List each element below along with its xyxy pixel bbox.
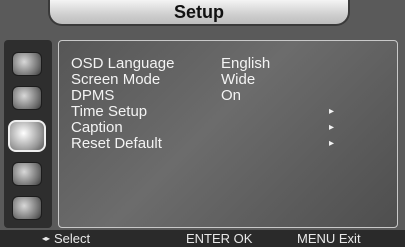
menu-item-osd-language[interactable]: OSD Language English xyxy=(71,55,391,72)
menu-item-label: Caption xyxy=(71,119,123,136)
menu-item-caption[interactable]: Caption ▸ xyxy=(71,119,391,136)
osd-menu: Setup OSD Language English Screen Mode W… xyxy=(0,0,405,247)
submenu-arrow-icon: ▸ xyxy=(329,106,335,117)
menu-exit-hint: MENU Exit xyxy=(297,231,361,246)
picture-icon[interactable] xyxy=(12,52,42,76)
channel-icon[interactable] xyxy=(12,196,42,220)
menu-item-label: Time Setup xyxy=(71,103,148,120)
menu-panel: OSD Language English Screen Mode Wide DP… xyxy=(58,40,398,228)
menu-item-dpms[interactable]: DPMS On xyxy=(71,87,391,104)
menu-item-screen-mode[interactable]: Screen Mode Wide xyxy=(71,71,391,88)
page-title: Setup xyxy=(173,2,224,22)
menu-item-label: Screen Mode xyxy=(71,71,161,88)
menu-item-label: DPMS xyxy=(71,87,115,104)
menu-item-label: Reset Default xyxy=(71,135,162,152)
submenu-arrow-icon: ▸ xyxy=(329,138,335,149)
menu-item-label: OSD Language xyxy=(71,55,175,72)
footer-hints: ◂▸ Select ENTER OK MENU Exit xyxy=(0,230,405,247)
menu-item-value: Wide xyxy=(221,71,256,88)
menu-item-time-setup[interactable]: Time Setup ▸ xyxy=(71,103,391,120)
lock-icon[interactable] xyxy=(12,162,42,186)
title-bar: Setup xyxy=(48,0,350,26)
navigate-icon: ◂▸ xyxy=(42,234,51,243)
menu-item-reset-default[interactable]: Reset Default ▸ xyxy=(71,135,391,152)
setup-icon[interactable] xyxy=(8,120,46,152)
audio-icon[interactable] xyxy=(12,86,42,110)
menu-item-value: English xyxy=(221,55,271,72)
enter-ok-hint: ENTER OK xyxy=(186,231,253,246)
select-hint: Select xyxy=(54,231,91,246)
submenu-arrow-icon: ▸ xyxy=(329,122,335,133)
sidebar xyxy=(4,40,52,228)
menu-item-value: On xyxy=(221,87,242,104)
